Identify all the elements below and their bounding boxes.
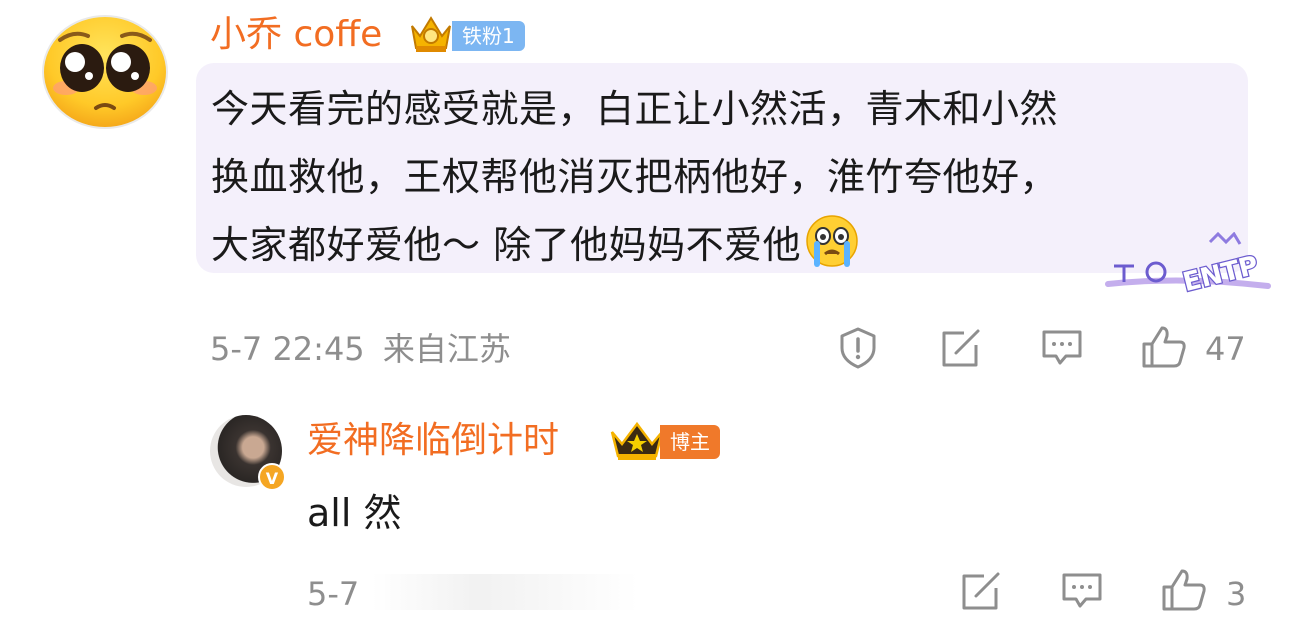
- commenter-avatar[interactable]: [42, 10, 168, 130]
- comment-icon[interactable]: [1060, 571, 1104, 615]
- like-icon[interactable]: [1160, 567, 1208, 617]
- comment-timestamp: 5-7 22:45: [210, 330, 365, 368]
- blogger-badge: 博主: [660, 425, 720, 459]
- comment-location: 来自江苏: [382, 330, 511, 368]
- reply-text: all 然: [307, 491, 402, 535]
- entp-sticker: ENTP: [1102, 231, 1272, 299]
- blurred-region: [372, 574, 638, 610]
- crying-emoji-icon: [805, 214, 859, 268]
- comment-text: 今天看完的感受就是，白正让小然活，青木和小然 换血救他，王权帮他消灭把柄他好，淮…: [211, 75, 1221, 279]
- like-icon[interactable]: [1140, 324, 1188, 374]
- share-icon[interactable]: [958, 570, 1002, 616]
- pleading-face-emoji-icon: [42, 15, 168, 129]
- reply-timestamp: 5-7: [307, 575, 360, 613]
- comment-line: 大家都好爱他～ 除了他妈妈不爱他: [211, 211, 1221, 279]
- comment-line: 换血救他，王权帮他消灭把柄他好，淮竹夸他好，: [211, 155, 1059, 199]
- sticker-text: ENTP: [1180, 251, 1261, 298]
- commenter-username[interactable]: 小乔 coffe: [210, 10, 382, 60]
- share-icon[interactable]: [938, 327, 982, 373]
- like-count: 47: [1205, 330, 1246, 368]
- crown-icon: [608, 420, 666, 462]
- like-count: 3: [1226, 575, 1247, 613]
- replier-username[interactable]: 爱神降临倒计时: [307, 416, 559, 466]
- verified-badge: V: [258, 463, 286, 491]
- comment-line: 今天看完的感受就是，白正让小然活，青木和小然: [211, 87, 1059, 131]
- comment-icon[interactable]: [1040, 328, 1084, 372]
- comment-line-text: 大家都好爱他～ 除了他妈妈不爱他: [211, 223, 802, 267]
- fan-level-badge: 铁粉1: [452, 21, 525, 51]
- crown-icon: [408, 12, 454, 54]
- comment-meta: 5-7 22:45 来自江苏: [210, 327, 511, 371]
- report-icon[interactable]: [836, 326, 880, 374]
